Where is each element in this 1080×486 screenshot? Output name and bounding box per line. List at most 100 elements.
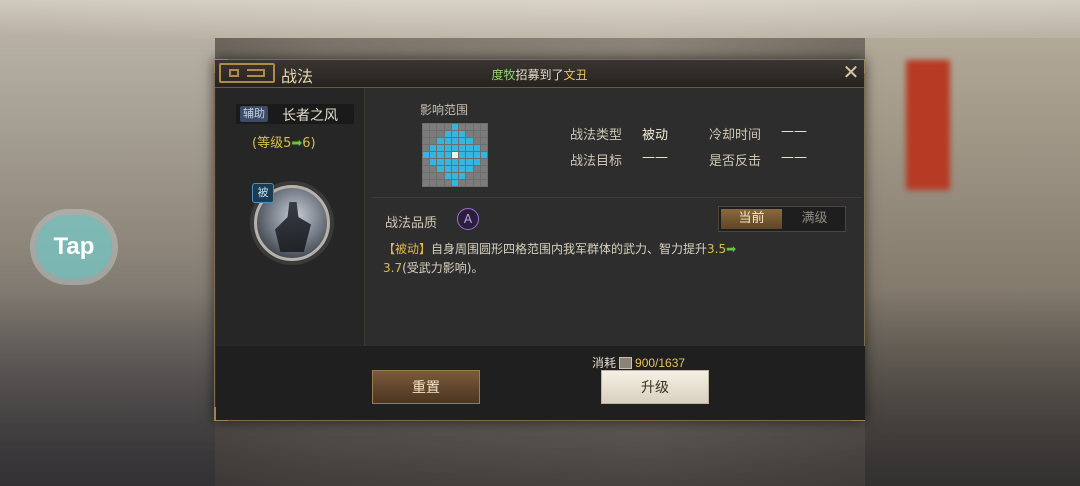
range-cell-active	[451, 131, 459, 137]
tactic-type-tag: 辅助	[240, 106, 268, 122]
range-cell-active	[444, 138, 451, 144]
range-cell	[423, 159, 430, 165]
range-cell-active	[466, 166, 473, 172]
range-cell-active	[444, 173, 451, 179]
range-cell	[437, 124, 444, 130]
range-cell-active	[423, 152, 430, 158]
range-cell-active	[430, 145, 437, 151]
tab-current[interactable]: 当前	[721, 209, 782, 229]
range-cell	[480, 173, 487, 179]
range-cell	[423, 138, 430, 144]
target-label: 战法目标	[570, 154, 623, 169]
tap-floating-button[interactable]: Tap	[36, 215, 112, 279]
range-cell-center	[451, 152, 459, 158]
range-cell-active	[459, 166, 466, 172]
background-top-bar	[0, 0, 1080, 38]
description-arrow-icon: ➡	[726, 242, 737, 256]
description-text: 自身周围圆形四格范围内我军群体的武力、智力提升	[431, 242, 708, 256]
counter-value: ——	[781, 150, 807, 165]
range-cell	[423, 180, 430, 186]
description-value-to: 3.7	[383, 261, 403, 275]
range-cell	[466, 180, 473, 186]
tactic-dialog: 战法 度牧招募到了文丑 ✕ 辅助 长者之风 (等级5➡6) 被 影响范围 战法类…	[214, 59, 865, 421]
level-arrow-icon: ➡	[291, 136, 303, 151]
range-cell-active	[451, 173, 459, 179]
cost-value: 900/1637	[635, 356, 686, 370]
dialog-header: 战法 度牧招募到了文丑 ✕	[215, 60, 864, 88]
range-cell	[459, 180, 466, 186]
range-cell-active	[466, 152, 473, 158]
range-cell-active	[451, 180, 459, 186]
range-grid	[422, 123, 488, 187]
range-cell	[480, 145, 487, 151]
range-cell	[480, 159, 487, 165]
range-cell	[459, 124, 466, 130]
range-cell	[430, 173, 437, 179]
quality-badge: A	[457, 208, 479, 230]
type-label: 战法类型	[570, 128, 623, 143]
range-cell-active	[444, 166, 451, 172]
range-cell-active	[466, 138, 473, 144]
range-cell-active	[451, 159, 459, 165]
range-cell-active	[459, 159, 466, 165]
tactic-level: (等级5➡6)	[252, 132, 316, 151]
range-cell	[437, 180, 444, 186]
range-cell	[423, 145, 430, 151]
range-cell-active	[466, 159, 473, 165]
background-red-banner	[906, 60, 950, 190]
range-cell	[473, 180, 480, 186]
range-cell-active	[430, 152, 437, 158]
range-cell	[480, 180, 487, 186]
range-cell	[480, 138, 487, 144]
range-cell	[473, 131, 480, 137]
range-cell	[480, 131, 487, 137]
dialog-footer	[216, 346, 865, 420]
cooldown-value: ——	[781, 124, 807, 139]
range-cell-active	[451, 138, 459, 144]
range-cell	[430, 166, 437, 172]
tactic-summary-panel: 辅助 长者之风 (等级5➡6) 被	[216, 88, 365, 346]
range-cell	[437, 131, 444, 137]
cost-label: 消耗	[592, 356, 617, 370]
notice-middle: 招募到了	[515, 68, 564, 82]
tactic-description: 【被动】自身周围圆形四格范围内我军群体的武力、智力提升3.5➡ 3.7(受武力影响…	[383, 240, 833, 278]
range-cell-active	[459, 173, 466, 179]
range-cell-active	[444, 152, 451, 158]
tactic-name: 长者之风	[282, 108, 338, 124]
level-view-toggle: 当前 满级	[718, 206, 846, 232]
range-cell	[430, 124, 437, 130]
tactic-point-icon	[619, 357, 633, 369]
range-cell	[473, 166, 480, 172]
range-cell-active	[459, 138, 466, 144]
close-icon[interactable]: ✕	[841, 62, 861, 82]
description-value-from: 3.5	[707, 242, 727, 256]
tactic-name-box: 辅助 长者之风	[236, 104, 354, 124]
passive-badge: 被	[252, 183, 274, 203]
range-cell-active	[451, 124, 459, 130]
upgrade-cost: 消耗 900/1637	[592, 354, 685, 371]
range-cell-active	[459, 131, 466, 137]
range-cell	[423, 124, 430, 130]
warrior-figure-icon	[275, 202, 311, 252]
tab-full-level[interactable]: 满级	[784, 209, 845, 229]
upgrade-button[interactable]: 升级	[601, 370, 709, 404]
range-cell	[473, 173, 480, 179]
type-value: 被动	[642, 128, 669, 143]
divider	[372, 197, 862, 198]
range-cell	[423, 131, 430, 137]
reset-button[interactable]: 重置	[372, 370, 480, 404]
notice-player: 度牧	[491, 68, 516, 82]
cooldown-label: 冷却时间	[709, 128, 762, 143]
target-value: ——	[642, 150, 668, 165]
counter-label: 是否反击	[709, 154, 762, 169]
range-cell-active	[466, 145, 473, 151]
range-cell	[466, 173, 473, 179]
range-cell	[423, 173, 430, 179]
range-label: 影响范围	[420, 103, 469, 117]
recruit-notice: 度牧招募到了文丑	[215, 66, 864, 83]
range-cell-active	[473, 145, 480, 151]
range-cell	[423, 166, 430, 172]
description-suffix: (受武力影响)。	[402, 261, 484, 275]
quality-label: 战法品质	[385, 216, 438, 231]
level-from: (等级5	[252, 136, 292, 151]
